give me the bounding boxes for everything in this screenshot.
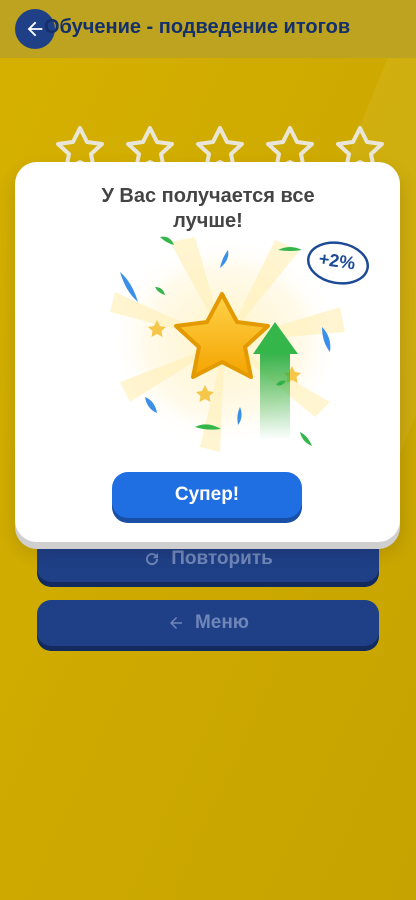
header-bar: Обучение - подведение итогов bbox=[0, 0, 416, 58]
retry-label: Повторить bbox=[171, 548, 273, 569]
menu-label: Меню bbox=[194, 612, 250, 633]
menu-button[interactable]: Меню bbox=[37, 600, 379, 646]
modal-title: У Вас получается все лучше! bbox=[101, 185, 315, 232]
super-button[interactable]: Супер! bbox=[112, 472, 302, 518]
progress-modal: У Вас получается все лучше! +2% Супер! bbox=[15, 162, 400, 542]
retry-button[interactable]: Повторить bbox=[37, 536, 379, 582]
percent-badge: +2% bbox=[304, 238, 370, 286]
arrow-left-icon bbox=[169, 617, 182, 629]
refresh-icon bbox=[146, 553, 159, 566]
page-title: Обучение - подведение итогов bbox=[44, 16, 351, 38]
arrow-left-icon bbox=[27, 21, 43, 37]
